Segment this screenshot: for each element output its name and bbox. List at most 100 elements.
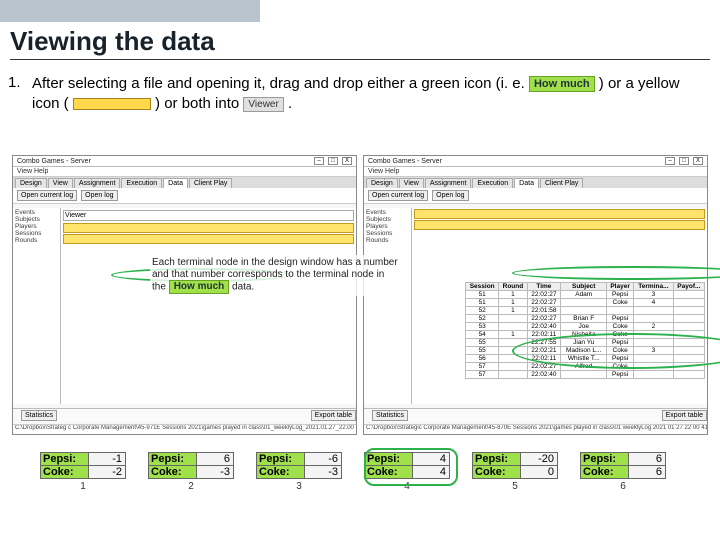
close-button[interactable]: X xyxy=(342,157,352,165)
stats-button[interactable]: Statistics xyxy=(372,410,408,421)
green-icon-howmuch: How much xyxy=(529,76,595,93)
footer-path: C:\Dropbox\Strategic Corporate Managemen… xyxy=(364,424,707,434)
table-row[interactable]: 5722:02:27AlfredCoke xyxy=(466,363,705,371)
coke-value: -3 xyxy=(197,466,233,478)
tab-clientplay[interactable]: Client Play xyxy=(189,178,232,188)
table-header[interactable]: Subject xyxy=(561,283,607,291)
highlight-circle-icon xyxy=(512,266,720,280)
open-current-log-button[interactable]: Open current log xyxy=(368,190,428,201)
table-row[interactable]: 5522:27:55Jian YuPepsi xyxy=(466,339,705,347)
coke-label: Coke: xyxy=(257,466,305,478)
table-header[interactable]: Payof... xyxy=(673,283,704,291)
result-card: Pepsi:6Coke:-32 xyxy=(148,452,234,492)
pepsi-label: Pepsi: xyxy=(581,453,629,465)
table-header[interactable]: Termina... xyxy=(634,283,674,291)
tree-players[interactable]: Players xyxy=(14,223,59,230)
coke-value: -2 xyxy=(89,466,125,478)
table-row[interactable]: 52122:01:58 xyxy=(466,307,705,315)
table-row[interactable]: 5222:02:27Brian FPepsi xyxy=(466,315,705,323)
result-card: Pepsi:4Coke:44 xyxy=(364,452,450,492)
tree-right[interactable]: Events Subjects Players Sessions Rounds xyxy=(364,208,412,404)
app-window-right: Combo Games - Server – □ X View Help Des… xyxy=(363,155,708,435)
viewer-chip: Viewer xyxy=(243,97,283,113)
table-row[interactable]: 54122:02:11NisheitaCoke xyxy=(466,331,705,339)
yellow-data-row[interactable] xyxy=(63,223,354,233)
tab-view[interactable]: View xyxy=(399,178,424,188)
tree-rounds[interactable]: Rounds xyxy=(14,237,59,244)
table-header[interactable]: Round xyxy=(499,283,527,291)
table-header[interactable]: Player xyxy=(607,283,634,291)
table-row[interactable]: 51122:02:27AdamPepsi3 xyxy=(466,291,705,299)
tab-assignment[interactable]: Assignment xyxy=(74,178,121,188)
tree-left[interactable]: Events Subjects Players Sessions Rounds xyxy=(13,208,61,404)
export-bar: Statistics Export table xyxy=(13,408,356,422)
instruction-part1: After selecting a file and opening it, d… xyxy=(32,75,529,92)
tab-clientplay[interactable]: Client Play xyxy=(540,178,583,188)
result-card: Pepsi:-1Coke:-21 xyxy=(40,452,126,492)
result-cards-row: Pepsi:-1Coke:-21Pepsi:6Coke:-32Pepsi:-6C… xyxy=(40,452,680,492)
tree-sessions[interactable]: Sessions xyxy=(14,230,59,237)
tree-players[interactable]: Players xyxy=(365,223,410,230)
menubar[interactable]: View Help xyxy=(364,167,707,177)
menubar[interactable]: View Help xyxy=(13,167,356,177)
tree-subjects[interactable]: Subjects xyxy=(365,216,410,223)
tabs: Design View Assignment Execution Data Cl… xyxy=(364,177,707,188)
tree-sessions[interactable]: Sessions xyxy=(365,230,410,237)
table-header[interactable]: Time xyxy=(527,283,561,291)
title-underline xyxy=(10,59,710,60)
tree-rounds[interactable]: Rounds xyxy=(365,237,410,244)
titlebar: Combo Games - Server – □ X xyxy=(364,156,707,167)
data-table[interactable]: SessionRoundTimeSubjectPlayerTermina...P… xyxy=(465,282,705,379)
result-card: Pepsi:-6Coke:-33 xyxy=(256,452,342,492)
open-log-button[interactable]: Open log xyxy=(81,190,117,201)
table-row[interactable]: 51122:02:27Coke4 xyxy=(466,299,705,307)
instruction-part3: ) or both into xyxy=(155,95,239,112)
tab-execution[interactable]: Execution xyxy=(121,178,162,188)
table-row[interactable]: 5722:02:40Pepsi xyxy=(466,371,705,379)
tab-design[interactable]: Design xyxy=(366,178,398,188)
yellow-data-row[interactable] xyxy=(414,209,705,219)
tab-execution[interactable]: Execution xyxy=(472,178,513,188)
toolbar: Open current log Open log xyxy=(13,188,356,204)
table-row[interactable]: 5622:02:11Whistle T...Pepsi xyxy=(466,355,705,363)
tree-events[interactable]: Events xyxy=(365,209,410,216)
maximize-button[interactable]: □ xyxy=(679,157,689,165)
coke-value: 6 xyxy=(629,466,665,478)
maximize-button[interactable]: □ xyxy=(328,157,338,165)
tree-events[interactable]: Events xyxy=(14,209,59,216)
export-bar: Statistics Export table xyxy=(364,408,707,422)
result-card: Pepsi:-20Coke:05 xyxy=(472,452,558,492)
close-button[interactable]: X xyxy=(693,157,703,165)
table-row[interactable]: 5322:02:40JoeCoke2 xyxy=(466,323,705,331)
tab-assignment[interactable]: Assignment xyxy=(425,178,472,188)
instruction-text: After selecting a file and opening it, d… xyxy=(32,74,697,115)
card-number: 3 xyxy=(256,481,342,492)
toolbar: Open current log Open log xyxy=(364,188,707,204)
slide-top-accent xyxy=(0,0,720,22)
coke-value: 0 xyxy=(521,466,557,478)
tab-design[interactable]: Design xyxy=(15,178,47,188)
open-log-button[interactable]: Open log xyxy=(432,190,468,201)
yellow-data-row[interactable] xyxy=(63,234,354,244)
tab-view[interactable]: View xyxy=(48,178,73,188)
export-table-button[interactable]: Export table xyxy=(311,410,356,421)
table-header[interactable]: Session xyxy=(466,283,499,291)
result-card: Pepsi:6Coke:66 xyxy=(580,452,666,492)
table-row[interactable]: 5522:02:21Madison L...Coke3 xyxy=(466,347,705,355)
coke-label: Coke: xyxy=(149,466,197,478)
export-table-button[interactable]: Export table xyxy=(662,410,707,421)
window-title: Combo Games - Server xyxy=(368,158,442,165)
viewer-area-left: Viewer xyxy=(61,208,356,404)
open-current-log-button[interactable]: Open current log xyxy=(17,190,77,201)
yellow-data-row[interactable] xyxy=(414,220,705,230)
minimize-button[interactable]: – xyxy=(314,157,324,165)
coke-label: Coke: xyxy=(581,466,629,478)
coke-value: -3 xyxy=(305,466,341,478)
tree-subjects[interactable]: Subjects xyxy=(14,216,59,223)
pepsi-value: 6 xyxy=(197,453,233,465)
card-number: 6 xyxy=(580,481,666,492)
stats-button[interactable]: Statistics xyxy=(21,410,57,421)
minimize-button[interactable]: – xyxy=(665,157,675,165)
tab-data[interactable]: Data xyxy=(514,178,539,188)
tab-data[interactable]: Data xyxy=(163,178,188,188)
